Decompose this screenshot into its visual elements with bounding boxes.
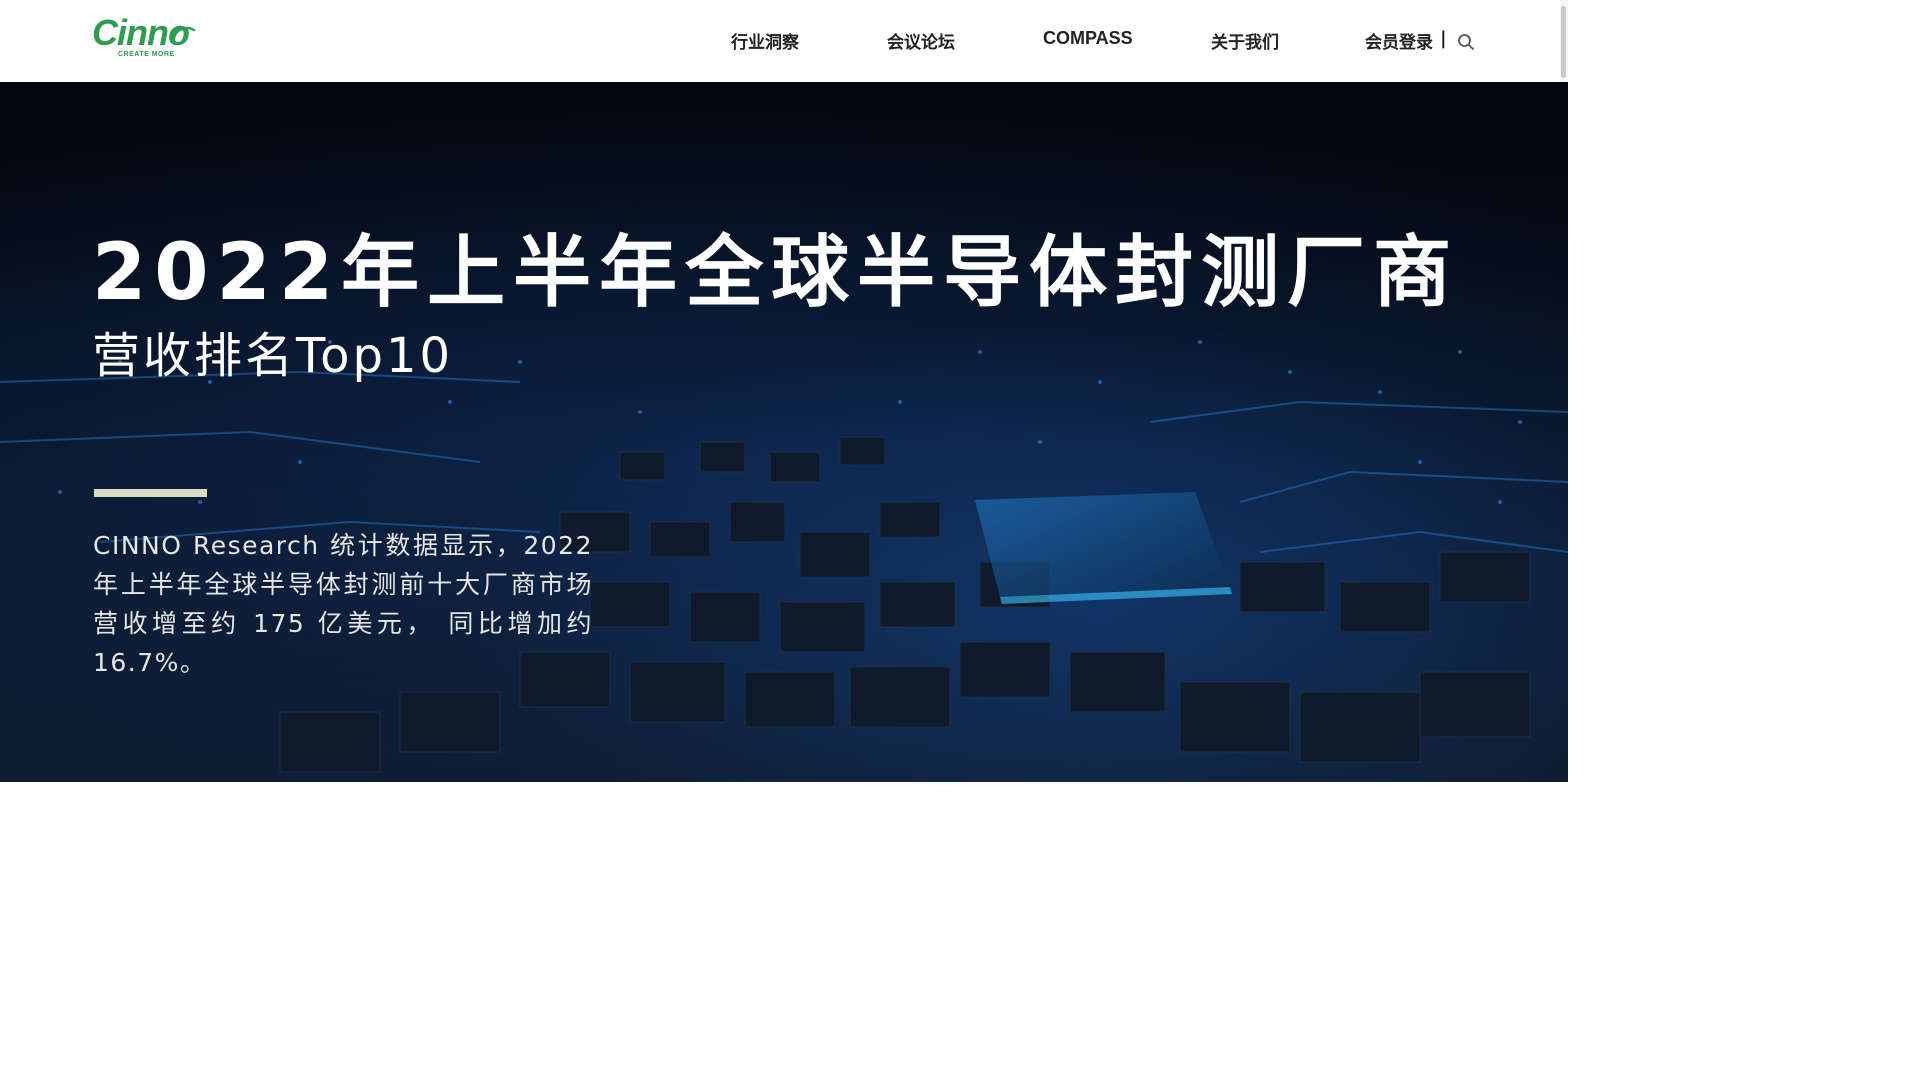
top-navigation-bar: Cinno CREATE MORE 行业洞察 会议论坛 COMPASS 关于我们… — [0, 0, 1568, 82]
nav-divider: | — [1440, 28, 1447, 49]
nav-conference-forum[interactable]: 会议论坛 — [887, 28, 955, 54]
hero-description: CINNO Research 统计数据显示，2022 年上半年全球半导体封测前十… — [93, 531, 593, 677]
hero-banner: 2022年上半年全球半导体封测厂商 营收排名Top10 CINNO Resear… — [0, 82, 1568, 782]
hero-subtitle: 营收排名Top10 — [92, 328, 454, 384]
nav-about-us[interactable]: 关于我们 — [1211, 28, 1279, 54]
nav-compass[interactable]: COMPASS — [1043, 28, 1133, 54]
hero-accent-bar — [94, 489, 207, 497]
logo-swirl-icon — [172, 26, 196, 40]
scrollbar-thumb[interactable] — [1561, 6, 1566, 78]
nav-industry-insights[interactable]: 行业洞察 — [731, 28, 799, 54]
logo-tagline: CREATE MORE — [118, 51, 175, 58]
search-icon[interactable] — [1457, 33, 1475, 51]
cinno-logo[interactable]: Cinno CREATE MORE — [92, 12, 204, 64]
nav-member-login[interactable]: 会员登录 — [1365, 28, 1433, 54]
hero-title: 2022年上半年全球半导体封测厂商 — [92, 228, 1460, 318]
